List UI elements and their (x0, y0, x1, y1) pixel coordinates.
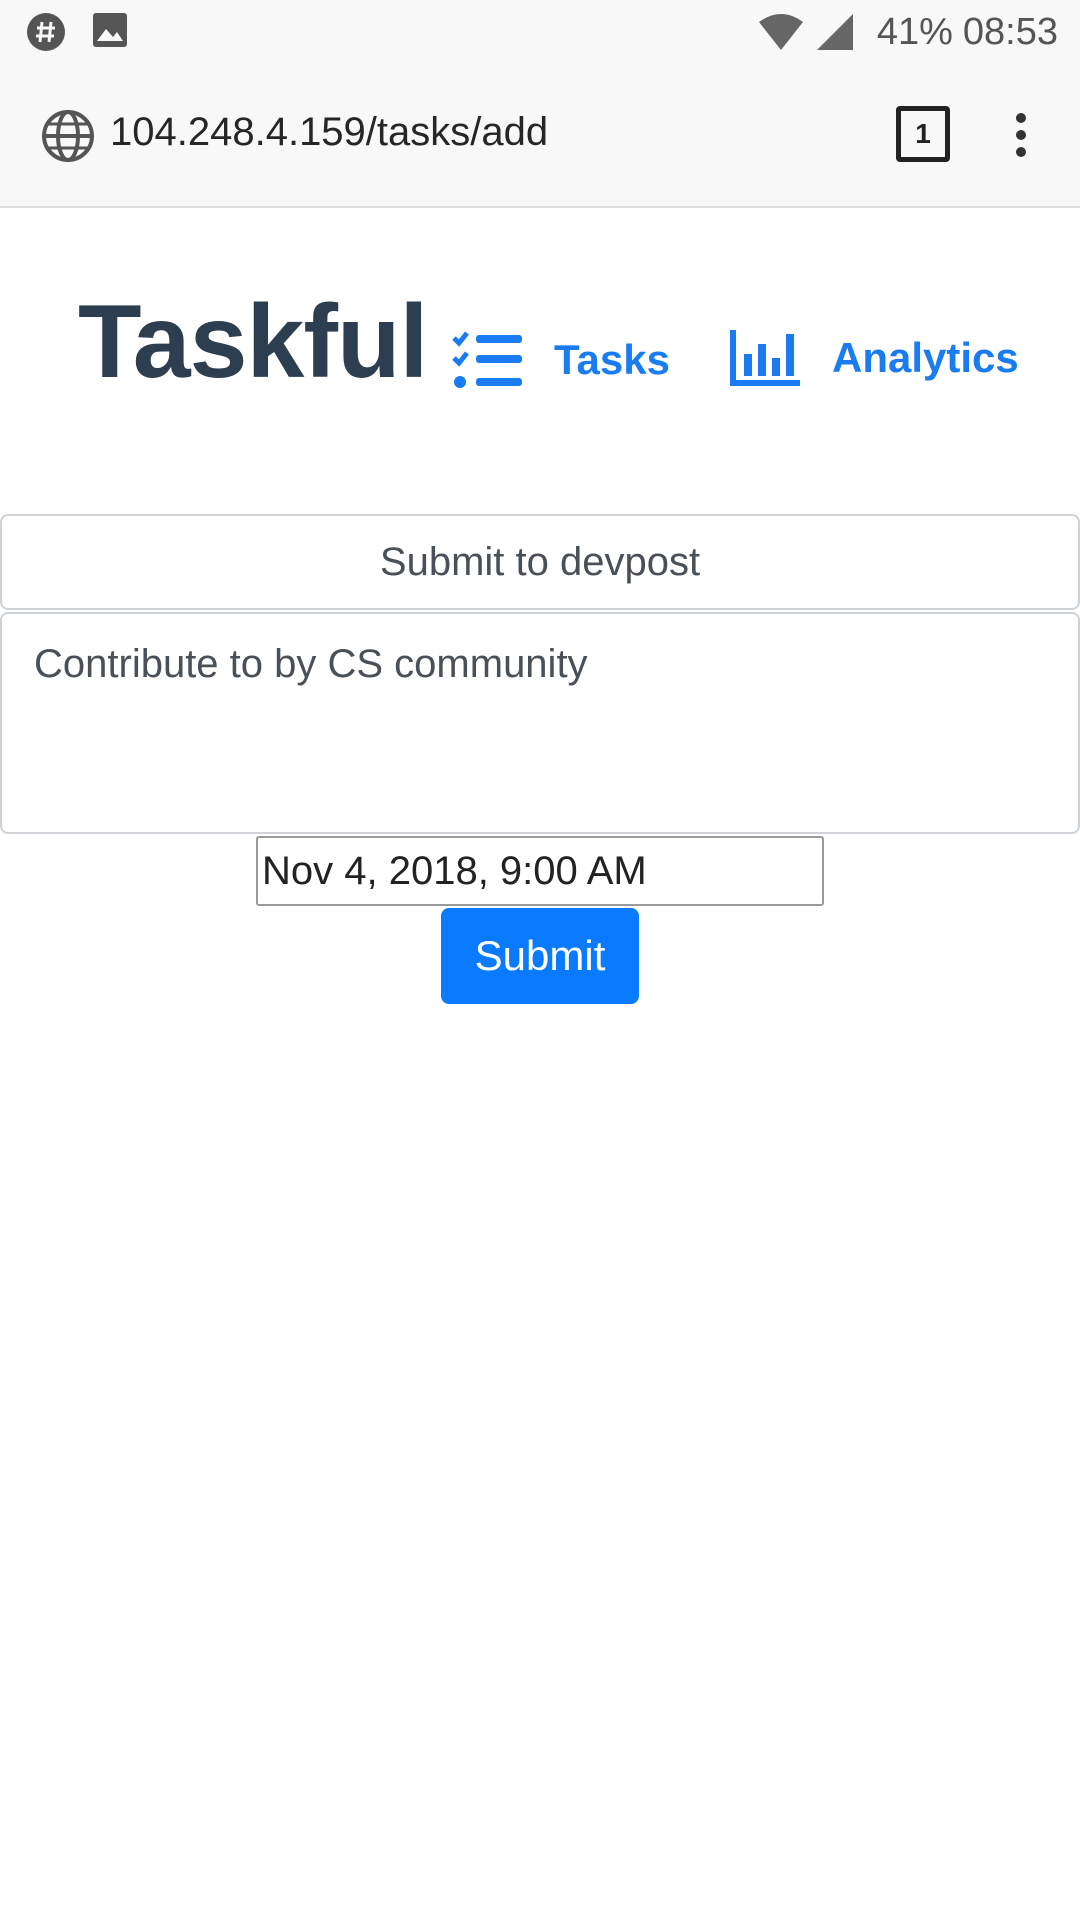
browser-toolbar: 104.248.4.159/tasks/add 1 (0, 62, 1080, 208)
address-bar[interactable]: 104.248.4.159/tasks/add (110, 110, 548, 155)
due-datetime-input[interactable] (256, 836, 824, 906)
nav-analytics-link[interactable]: Analytics (730, 330, 1019, 386)
task-title-input[interactable] (0, 514, 1080, 610)
site-brand[interactable]: Taskful (78, 290, 428, 394)
hashtag-app-icon (27, 13, 65, 51)
bar-chart-icon (730, 330, 800, 386)
nav-tasks-link[interactable]: Tasks (452, 330, 670, 390)
battery-level: 41% (876, 10, 953, 53)
task-description-textarea[interactable]: Contribute to by CS community (0, 612, 1080, 834)
nav-tasks-label: Tasks (554, 336, 670, 383)
tab-count: 1 (915, 118, 931, 149)
globe-icon[interactable] (40, 108, 96, 164)
cell-signal-icon (816, 14, 853, 50)
image-notification-icon (93, 13, 127, 47)
tabs-icon[interactable]: 1 (896, 106, 950, 162)
clock: 08:53 (962, 10, 1058, 53)
submit-button[interactable]: Submit (441, 908, 639, 1004)
checklist-icon (452, 331, 522, 388)
nav-analytics-label: Analytics (832, 334, 1019, 381)
wifi-icon (758, 14, 803, 50)
overflow-menu-icon[interactable] (1014, 112, 1028, 158)
status-bar: 41% 08:53 (0, 0, 1080, 62)
